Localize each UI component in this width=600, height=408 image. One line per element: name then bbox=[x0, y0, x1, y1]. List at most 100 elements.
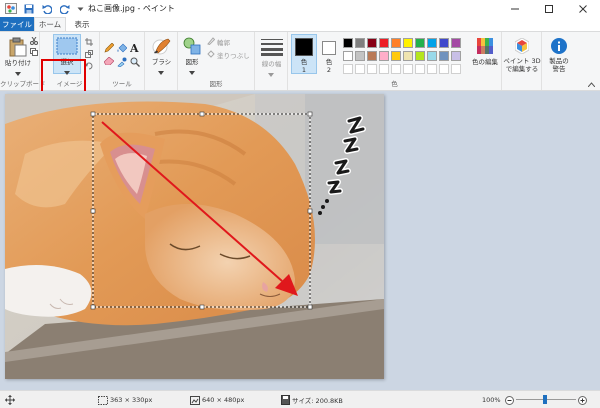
palette-swatch[interactable] bbox=[355, 38, 365, 48]
palette-swatch[interactable] bbox=[451, 38, 461, 48]
palette-swatch[interactable] bbox=[439, 51, 449, 61]
cut-icon[interactable] bbox=[30, 36, 38, 47]
copy-icon[interactable] bbox=[30, 48, 38, 58]
palette-swatch[interactable] bbox=[403, 51, 413, 61]
save-icon[interactable] bbox=[22, 3, 36, 15]
file-size-icon bbox=[281, 391, 290, 408]
color-picker-icon[interactable] bbox=[117, 57, 127, 69]
brushes-icon[interactable] bbox=[152, 37, 172, 57]
tab-file[interactable]: ファイル bbox=[0, 17, 34, 31]
tab-home[interactable]: ホーム bbox=[34, 17, 66, 31]
tools-group-label: ツール bbox=[112, 80, 132, 88]
custom-color-slot[interactable] bbox=[343, 64, 353, 74]
tab-view[interactable]: 表示 bbox=[66, 17, 98, 31]
paste-button[interactable]: 貼り付け bbox=[0, 59, 36, 67]
shapes-group-label: 図形 bbox=[209, 80, 223, 88]
brushes-dropdown-icon[interactable] bbox=[158, 68, 164, 77]
colors-group-label: 色 bbox=[391, 80, 398, 88]
palette-swatch[interactable] bbox=[415, 38, 425, 48]
line-width-button[interactable]: 線の幅 bbox=[255, 60, 288, 68]
pencil-icon[interactable] bbox=[104, 42, 115, 55]
palette-swatch[interactable] bbox=[379, 51, 389, 61]
custom-color-slot[interactable] bbox=[391, 64, 401, 74]
palette-swatch[interactable] bbox=[427, 51, 437, 61]
palette-swatch[interactable] bbox=[391, 51, 401, 61]
ribbon-tabs: ファイル ホーム 表示 bbox=[0, 17, 600, 31]
product-alert-label-line2[interactable]: 警告 bbox=[542, 65, 576, 73]
fill-icon[interactable] bbox=[117, 43, 128, 55]
edit-colors-icon[interactable] bbox=[477, 38, 493, 56]
paint3d-label-line2[interactable]: で編集する bbox=[502, 65, 542, 73]
palette-swatch[interactable] bbox=[427, 38, 437, 48]
fill-shape-icon bbox=[207, 50, 215, 60]
select-icon bbox=[56, 37, 78, 57]
customize-toolbar-icon[interactable] bbox=[76, 3, 84, 15]
palette-swatch[interactable] bbox=[415, 51, 425, 61]
palette-swatch[interactable] bbox=[367, 51, 377, 61]
info-icon[interactable] bbox=[551, 38, 567, 56]
rotate-icon[interactable] bbox=[85, 62, 93, 72]
brushes-button[interactable]: ブラシ bbox=[145, 58, 178, 66]
custom-color-slot[interactable] bbox=[451, 64, 461, 74]
edit-colors-button[interactable]: 色の編集 bbox=[470, 58, 500, 66]
line-width-dropdown-icon[interactable] bbox=[268, 70, 274, 79]
product-alert-label-line1[interactable]: 製品の bbox=[542, 57, 576, 65]
palette-swatch[interactable] bbox=[367, 38, 377, 48]
custom-color-slot[interactable] bbox=[415, 64, 425, 74]
palette-swatch[interactable] bbox=[391, 38, 401, 48]
palette-swatch[interactable] bbox=[439, 38, 449, 48]
line-width-icon[interactable] bbox=[261, 38, 283, 58]
product-alert-group: 製品の 警告 bbox=[542, 32, 576, 90]
custom-color-slot[interactable] bbox=[379, 64, 389, 74]
paste-icon[interactable] bbox=[9, 37, 27, 59]
status-bar: 363 × 330px 640 × 480px サイズ: 200.8KB 100… bbox=[0, 390, 600, 408]
custom-color-slot[interactable] bbox=[403, 64, 413, 74]
cursor-position-icon bbox=[5, 391, 15, 408]
palette-swatch[interactable] bbox=[403, 38, 413, 48]
clipboard-group-label: クリップボード bbox=[0, 80, 46, 88]
canvas-area[interactable] bbox=[0, 91, 600, 390]
close-icon[interactable] bbox=[566, 0, 600, 17]
palette-swatch[interactable] bbox=[343, 51, 353, 61]
custom-color-slot[interactable] bbox=[367, 64, 377, 74]
collapse-ribbon-icon[interactable] bbox=[587, 80, 596, 89]
minimize-icon[interactable] bbox=[498, 0, 532, 17]
color2-swatch[interactable] bbox=[322, 41, 336, 55]
crop-icon[interactable] bbox=[85, 38, 93, 48]
zoom-out-icon[interactable] bbox=[505, 391, 514, 408]
size-group: 線の幅 bbox=[255, 32, 288, 90]
custom-color-slot[interactable] bbox=[355, 64, 365, 74]
text-icon[interactable]: A bbox=[129, 42, 140, 55]
zoom-slider-thumb[interactable] bbox=[543, 395, 547, 404]
redo-icon[interactable] bbox=[58, 3, 72, 15]
shapes-dropdown-icon[interactable] bbox=[189, 68, 195, 77]
outline-icon bbox=[207, 37, 216, 47]
resize-icon[interactable] bbox=[85, 50, 93, 60]
custom-color-slot[interactable] bbox=[427, 64, 437, 74]
color1-number: 1 bbox=[301, 66, 307, 74]
palette-swatch[interactable] bbox=[343, 38, 353, 48]
magnifier-icon[interactable] bbox=[130, 57, 140, 69]
palette-swatch[interactable] bbox=[379, 38, 389, 48]
shapes-button[interactable]: 図形 bbox=[178, 58, 206, 66]
custom-color-slot[interactable] bbox=[439, 64, 449, 74]
shapes-icon[interactable] bbox=[183, 37, 201, 57]
paste-dropdown-icon[interactable] bbox=[15, 69, 21, 78]
paint3d-label-line1[interactable]: ペイント 3D bbox=[502, 57, 542, 65]
paint3d-group: ペイント 3D で編集する bbox=[502, 32, 542, 90]
image-size: 640 × 480px bbox=[202, 396, 245, 404]
paint3d-icon[interactable] bbox=[514, 37, 530, 56]
selection-size-icon bbox=[98, 391, 108, 408]
tools-group: A ツール bbox=[100, 32, 145, 90]
zoom-slider[interactable] bbox=[516, 391, 576, 408]
window-title: ねこ画像.jpg - ペイント bbox=[88, 4, 175, 13]
eraser-icon[interactable] bbox=[103, 56, 115, 67]
cat-image[interactable] bbox=[5, 94, 384, 379]
clipboard-group: 貼り付け クリップボード bbox=[0, 32, 46, 90]
palette-swatch[interactable] bbox=[355, 51, 365, 61]
undo-icon[interactable] bbox=[40, 3, 54, 15]
maximize-icon[interactable] bbox=[532, 0, 566, 17]
shapes-group: 図形 輪郭 塗りつぶし 図形 bbox=[178, 32, 255, 90]
palette-swatch[interactable] bbox=[451, 51, 461, 61]
zoom-in-icon[interactable] bbox=[578, 391, 587, 408]
